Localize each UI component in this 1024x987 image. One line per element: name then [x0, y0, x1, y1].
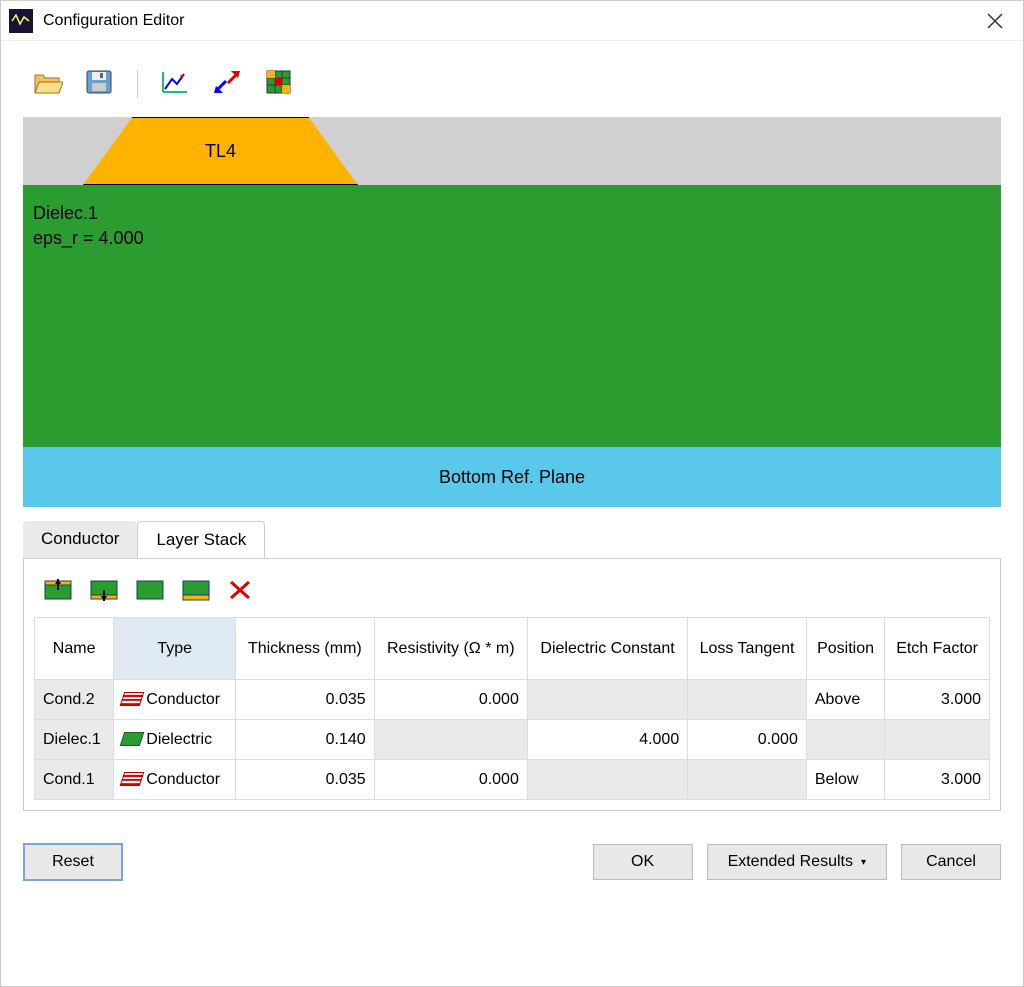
add-ground-icon[interactable]	[182, 579, 210, 601]
cell-resistivity[interactable]: 0.000	[374, 680, 527, 720]
dropdown-icon: ▾	[861, 857, 866, 868]
cell-thickness[interactable]: 0.140	[236, 720, 375, 760]
bottom-buttons: Reset OK Extended Results ▾ Cancel	[23, 843, 1001, 881]
ok-button[interactable]: OK	[593, 844, 693, 880]
add-above-icon[interactable]	[44, 579, 72, 601]
layer-toolbar	[34, 573, 990, 617]
cell-position[interactable]: Above	[806, 680, 884, 720]
type-icon	[120, 772, 145, 786]
table-row[interactable]: Cond.1Conductor0.0350.000 Below3.000	[35, 760, 990, 800]
toolbar-divider	[137, 70, 138, 98]
col-position[interactable]: Position	[806, 618, 884, 680]
dielec-name: Dielec.1	[33, 203, 991, 224]
reset-button[interactable]: Reset	[23, 843, 123, 881]
open-icon[interactable]	[33, 69, 63, 99]
cell-dielec-const	[527, 760, 687, 800]
dielec-eps: eps_r = 4.000	[33, 228, 991, 249]
col-etch-factor[interactable]: Etch Factor	[885, 618, 990, 680]
cell-thickness[interactable]: 0.035	[236, 760, 375, 800]
delete-icon[interactable]	[228, 579, 256, 601]
cell-etch-factor[interactable]: 3.000	[885, 760, 990, 800]
window-close-button[interactable]	[975, 1, 1015, 41]
tab-layer-stack[interactable]: Layer Stack	[137, 521, 265, 558]
table-row[interactable]: Cond.2Conductor0.0350.000 Above3.000	[35, 680, 990, 720]
cell-name[interactable]: Cond.1	[35, 760, 114, 800]
col-name[interactable]: Name	[35, 618, 114, 680]
cell-position[interactable]: Below	[806, 760, 884, 800]
table-row[interactable]: Dielec.1Dielectric0.140 4.0000.000	[35, 720, 990, 760]
col-resistivity[interactable]: Resistivity (Ω * m)	[374, 618, 527, 680]
cell-etch-factor	[885, 720, 990, 760]
cell-resistivity	[374, 720, 527, 760]
col-type[interactable]: Type	[114, 618, 236, 680]
type-icon	[120, 692, 145, 706]
cell-dielec-const	[527, 680, 687, 720]
layer-stack-panel: Name Type Thickness (mm) Resistivity (Ω …	[23, 558, 1001, 811]
stackup-diagram: TL4 Dielec.1 eps_r = 4.000 Bottom Ref. P…	[23, 117, 1001, 507]
add-below-icon[interactable]	[90, 579, 118, 601]
cell-type[interactable]: Conductor	[114, 760, 236, 800]
content: TL4 Dielec.1 eps_r = 4.000 Bottom Ref. P…	[1, 41, 1023, 986]
cell-etch-factor[interactable]: 3.000	[885, 680, 990, 720]
top-toolbar	[23, 59, 1001, 117]
cell-loss-tangent	[688, 680, 807, 720]
table-header-row: Name Type Thickness (mm) Resistivity (Ω …	[35, 618, 990, 680]
col-dielec-const[interactable]: Dielectric Constant	[527, 618, 687, 680]
titlebar: Configuration Editor	[1, 1, 1023, 41]
col-thickness[interactable]: Thickness (mm)	[236, 618, 375, 680]
tabs: Conductor Layer Stack	[23, 521, 1001, 558]
cell-type[interactable]: Conductor	[114, 680, 236, 720]
bottom-ref-plane[interactable]: Bottom Ref. Plane	[23, 447, 1001, 507]
cell-type[interactable]: Dielectric	[114, 720, 236, 760]
grid-icon[interactable]	[264, 69, 294, 99]
extended-results-label: Extended Results	[728, 853, 853, 871]
save-icon[interactable]	[85, 69, 115, 99]
app-icon	[9, 9, 33, 33]
layer-table: Name Type Thickness (mm) Resistivity (Ω …	[34, 617, 990, 800]
cell-thickness[interactable]: 0.035	[236, 680, 375, 720]
cancel-button[interactable]: Cancel	[901, 844, 1001, 880]
cell-loss-tangent[interactable]: 0.000	[688, 720, 807, 760]
extended-results-button[interactable]: Extended Results ▾	[707, 844, 887, 880]
col-loss-tangent[interactable]: Loss Tangent	[688, 618, 807, 680]
window-title: Configuration Editor	[43, 12, 975, 30]
cell-resistivity[interactable]: 0.000	[374, 760, 527, 800]
cell-position	[806, 720, 884, 760]
cell-name[interactable]: Dielec.1	[35, 720, 114, 760]
cell-loss-tangent	[688, 760, 807, 800]
dielectric-layer[interactable]: Dielec.1 eps_r = 4.000	[23, 185, 1001, 447]
tab-conductor[interactable]: Conductor	[23, 521, 137, 558]
chart-icon[interactable]	[160, 69, 190, 99]
cell-dielec-const[interactable]: 4.000	[527, 720, 687, 760]
type-icon	[120, 732, 145, 746]
expand-icon[interactable]	[212, 69, 242, 99]
window: Configuration Editor TL4	[0, 0, 1024, 987]
cell-name[interactable]: Cond.2	[35, 680, 114, 720]
add-dielec-icon[interactable]	[136, 579, 164, 601]
